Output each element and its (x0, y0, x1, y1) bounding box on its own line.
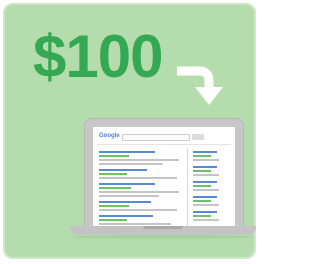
result-snippet-line (99, 163, 163, 165)
price-text: $100 (33, 23, 163, 90)
result-snippet-line (99, 159, 179, 161)
ad-title-line (193, 196, 217, 198)
result-title-line (99, 151, 155, 153)
ad-snippet-line (193, 174, 219, 176)
result-url-line (99, 187, 131, 189)
header-divider (97, 144, 231, 145)
search-logo: Google (99, 133, 120, 139)
ad-title-line (193, 181, 217, 183)
ad-snippet-line (193, 189, 219, 191)
column-divider (187, 148, 188, 226)
result-snippet-line (99, 191, 179, 193)
curved-arrow-icon (177, 66, 223, 105)
result-snippet-line (99, 209, 177, 211)
result-title-line (99, 201, 151, 203)
promo-card: $100 Google (3, 3, 256, 259)
result-url-line (99, 173, 127, 175)
result-url-line (99, 205, 129, 207)
search-results-screen: Google (93, 127, 235, 231)
laptop-notch (143, 226, 183, 229)
result-url-line (99, 155, 129, 157)
ad-title-line (193, 166, 217, 168)
ad-snippet-line (193, 204, 219, 206)
ad-snippet-line (193, 159, 219, 161)
search-button (192, 134, 204, 140)
ad-url-line (193, 200, 211, 202)
result-title-line (99, 183, 155, 185)
laptop-icon: Google (84, 118, 244, 231)
result-title-line (99, 215, 153, 217)
ad-url-line (193, 215, 211, 217)
laptop-shadow (72, 235, 254, 239)
ad-title-line (193, 151, 217, 153)
result-snippet-line (99, 177, 177, 179)
ad-snippet-line (193, 219, 219, 221)
result-snippet-line (99, 195, 159, 197)
result-title-line (99, 169, 147, 171)
ad-url-line (193, 155, 211, 157)
ad-url-line (193, 185, 211, 187)
result-url-line (99, 219, 127, 221)
ad-title-line (193, 211, 217, 213)
ad-url-line (193, 170, 211, 172)
result-snippet-line (99, 223, 171, 225)
search-input (122, 134, 190, 141)
laptop-base (70, 226, 256, 235)
